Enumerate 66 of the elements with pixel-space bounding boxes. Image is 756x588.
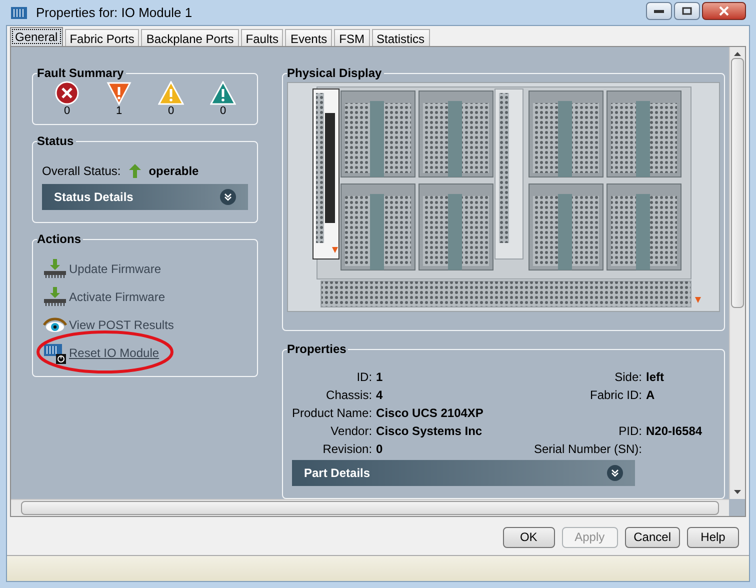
fault-count: 0 bbox=[64, 105, 70, 118]
property-label: ID: bbox=[356, 369, 372, 386]
expand-chevron-icon[interactable] bbox=[607, 465, 623, 481]
dialog-button[interactable]: Cancel bbox=[624, 526, 680, 548]
property-label: Revision: bbox=[322, 441, 372, 458]
fault-count: 0 bbox=[168, 105, 174, 118]
up-arrow-icon bbox=[128, 164, 141, 178]
property-label: Product Name: bbox=[292, 405, 372, 422]
critical-fault-icon bbox=[55, 81, 79, 105]
action-link[interactable]: Update Firmware bbox=[69, 260, 162, 278]
dialog-button[interactable]: Help bbox=[687, 526, 739, 548]
fault-count: 1 bbox=[116, 105, 122, 118]
scroll-up-arrow-icon[interactable] bbox=[734, 52, 741, 56]
expand-chevron-icon[interactable] bbox=[220, 189, 236, 205]
details-bar[interactable]: Part Details bbox=[292, 460, 635, 486]
vertical-scrollbar[interactable] bbox=[729, 47, 745, 499]
tab[interactable]: Statistics bbox=[372, 29, 430, 46]
eye-icon bbox=[43, 316, 67, 334]
module-power-icon bbox=[43, 342, 67, 364]
property-label: Vendor: bbox=[330, 423, 372, 440]
action-link[interactable]: View POST Results bbox=[69, 316, 174, 334]
action-link[interactable]: Activate Firmware bbox=[69, 288, 166, 306]
maximize-icon bbox=[682, 6, 692, 14]
property-value: Cisco Systems Inc bbox=[376, 423, 484, 440]
minor-fault-icon bbox=[158, 81, 184, 105]
property-value: 4 bbox=[376, 387, 384, 404]
tab[interactable]: Faults bbox=[240, 29, 284, 46]
tab[interactable]: Backplane Ports bbox=[141, 29, 239, 46]
horizontal-scrollbar[interactable] bbox=[11, 499, 729, 516]
major-fault-icon bbox=[106, 81, 132, 105]
group-title: Properties bbox=[287, 341, 348, 357]
property-value: 0 bbox=[376, 441, 384, 458]
property-label: Fabric ID: bbox=[588, 387, 642, 404]
status-value: operable bbox=[148, 163, 199, 180]
property-label: PID: bbox=[618, 423, 642, 440]
status-label: Overall Status: bbox=[42, 163, 121, 180]
dialog-button[interactable]: OK bbox=[502, 526, 555, 548]
details-label: Status Details bbox=[54, 189, 134, 206]
property-value: A bbox=[646, 387, 656, 404]
details-bar[interactable]: Status Details bbox=[42, 184, 248, 210]
close-icon bbox=[719, 6, 729, 16]
property-value: 1 bbox=[376, 369, 384, 386]
tab[interactable]: Events bbox=[285, 29, 332, 46]
minimize-icon bbox=[654, 8, 664, 12]
group-title: Fault Summary bbox=[37, 65, 126, 81]
group-title: Physical Display bbox=[287, 65, 384, 81]
property-value: left bbox=[646, 369, 665, 386]
tab[interactable]: FSM bbox=[334, 29, 370, 46]
minimize-button[interactable] bbox=[646, 2, 672, 20]
maximize-button[interactable] bbox=[674, 2, 700, 20]
property-label: Side: bbox=[614, 369, 642, 386]
window-title: Properties for: IO Module 1 bbox=[36, 4, 192, 22]
property-value: N20-I6584 bbox=[646, 423, 702, 440]
property-label: Chassis: bbox=[325, 387, 372, 404]
module-icon bbox=[10, 4, 28, 20]
download-chip-icon bbox=[43, 287, 67, 307]
download-chip-icon bbox=[43, 259, 67, 279]
scroll-down-arrow-icon[interactable] bbox=[734, 490, 741, 494]
details-label: Part Details bbox=[304, 465, 370, 482]
tab[interactable]: Fabric Ports bbox=[64, 29, 140, 46]
warning-fault-icon bbox=[210, 81, 236, 105]
fault-count: 0 bbox=[220, 105, 226, 118]
property-value: Cisco UCS 2104XP bbox=[376, 405, 484, 422]
property-label: Serial Number (SN): bbox=[532, 441, 642, 458]
close-button[interactable] bbox=[702, 2, 746, 20]
tab[interactable]: General bbox=[10, 27, 63, 46]
